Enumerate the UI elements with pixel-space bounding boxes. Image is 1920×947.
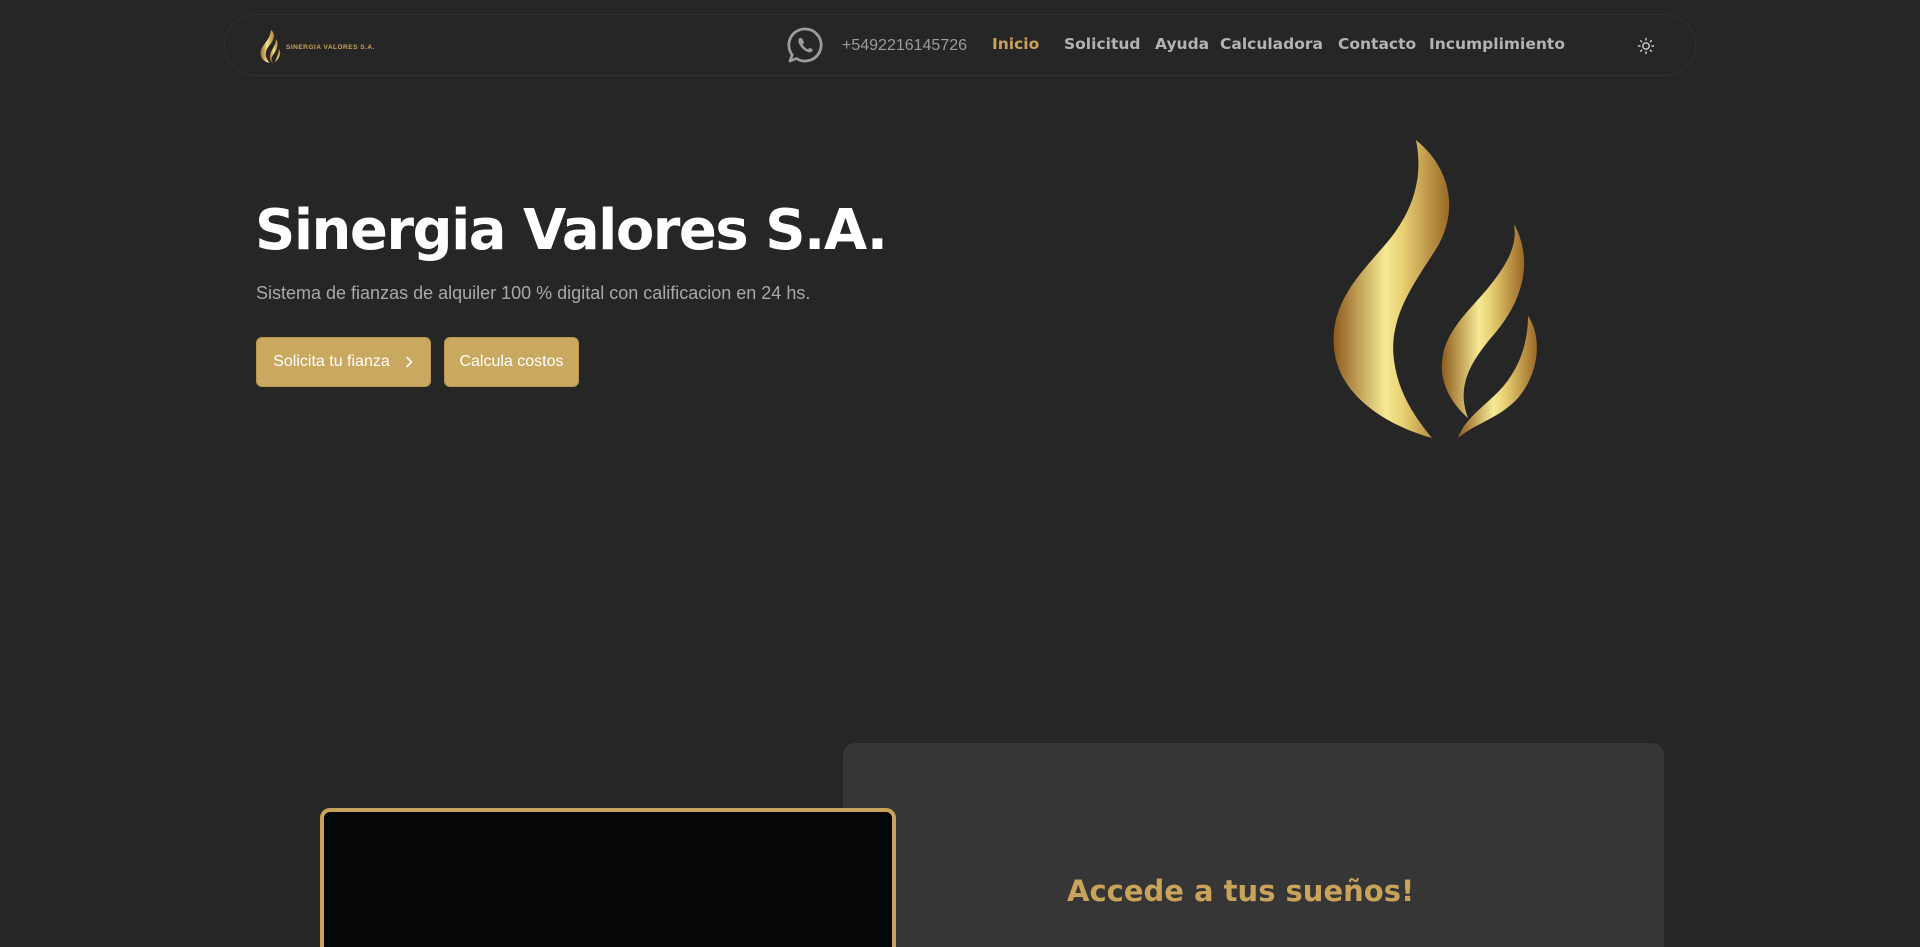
logo-text: SINERGIA VALORES S.A. [286,43,375,51]
navbar: SINERGIA VALORES S.A. +5492216145726 Ini… [224,14,1696,76]
nav-link-incumplimiento[interactable]: Incumplimiento [1429,35,1565,53]
info-card [843,743,1664,947]
section-title: Accede a tus sueños! [1067,874,1415,908]
nav-link-ayuda[interactable]: Ayuda [1155,35,1209,53]
nav-link-inicio[interactable]: Inicio [992,35,1039,53]
sun-icon[interactable] [1637,37,1655,55]
whatsapp-icon[interactable] [787,27,823,63]
phone-number[interactable]: +5492216145726 [842,37,967,55]
calculate-costs-label: Calcula costos [459,353,564,370]
nav-link-solicitud[interactable]: Solicitud [1064,35,1140,53]
chevron-right-icon [405,356,413,368]
request-bond-label: Solicita tu fianza [273,353,390,370]
flame-logo-icon [260,30,281,63]
nav-link-contacto[interactable]: Contacto [1338,35,1416,53]
hero-title: Sinergia Valores S.A. [255,198,888,263]
request-bond-button[interactable]: Solicita tu fianza [256,337,431,387]
page: SINERGIA VALORES S.A. +5492216145726 Ini… [0,0,1920,947]
flame-brand-icon [1333,140,1537,438]
video-frame[interactable] [320,808,896,947]
hero-subtitle: Sistema de fianzas de alquiler 100 % dig… [256,283,811,303]
logo[interactable]: SINERGIA VALORES S.A. [259,29,375,65]
calculate-costs-button[interactable]: Calcula costos [444,337,579,387]
nav-link-calculadora[interactable]: Calculadora [1220,35,1323,53]
